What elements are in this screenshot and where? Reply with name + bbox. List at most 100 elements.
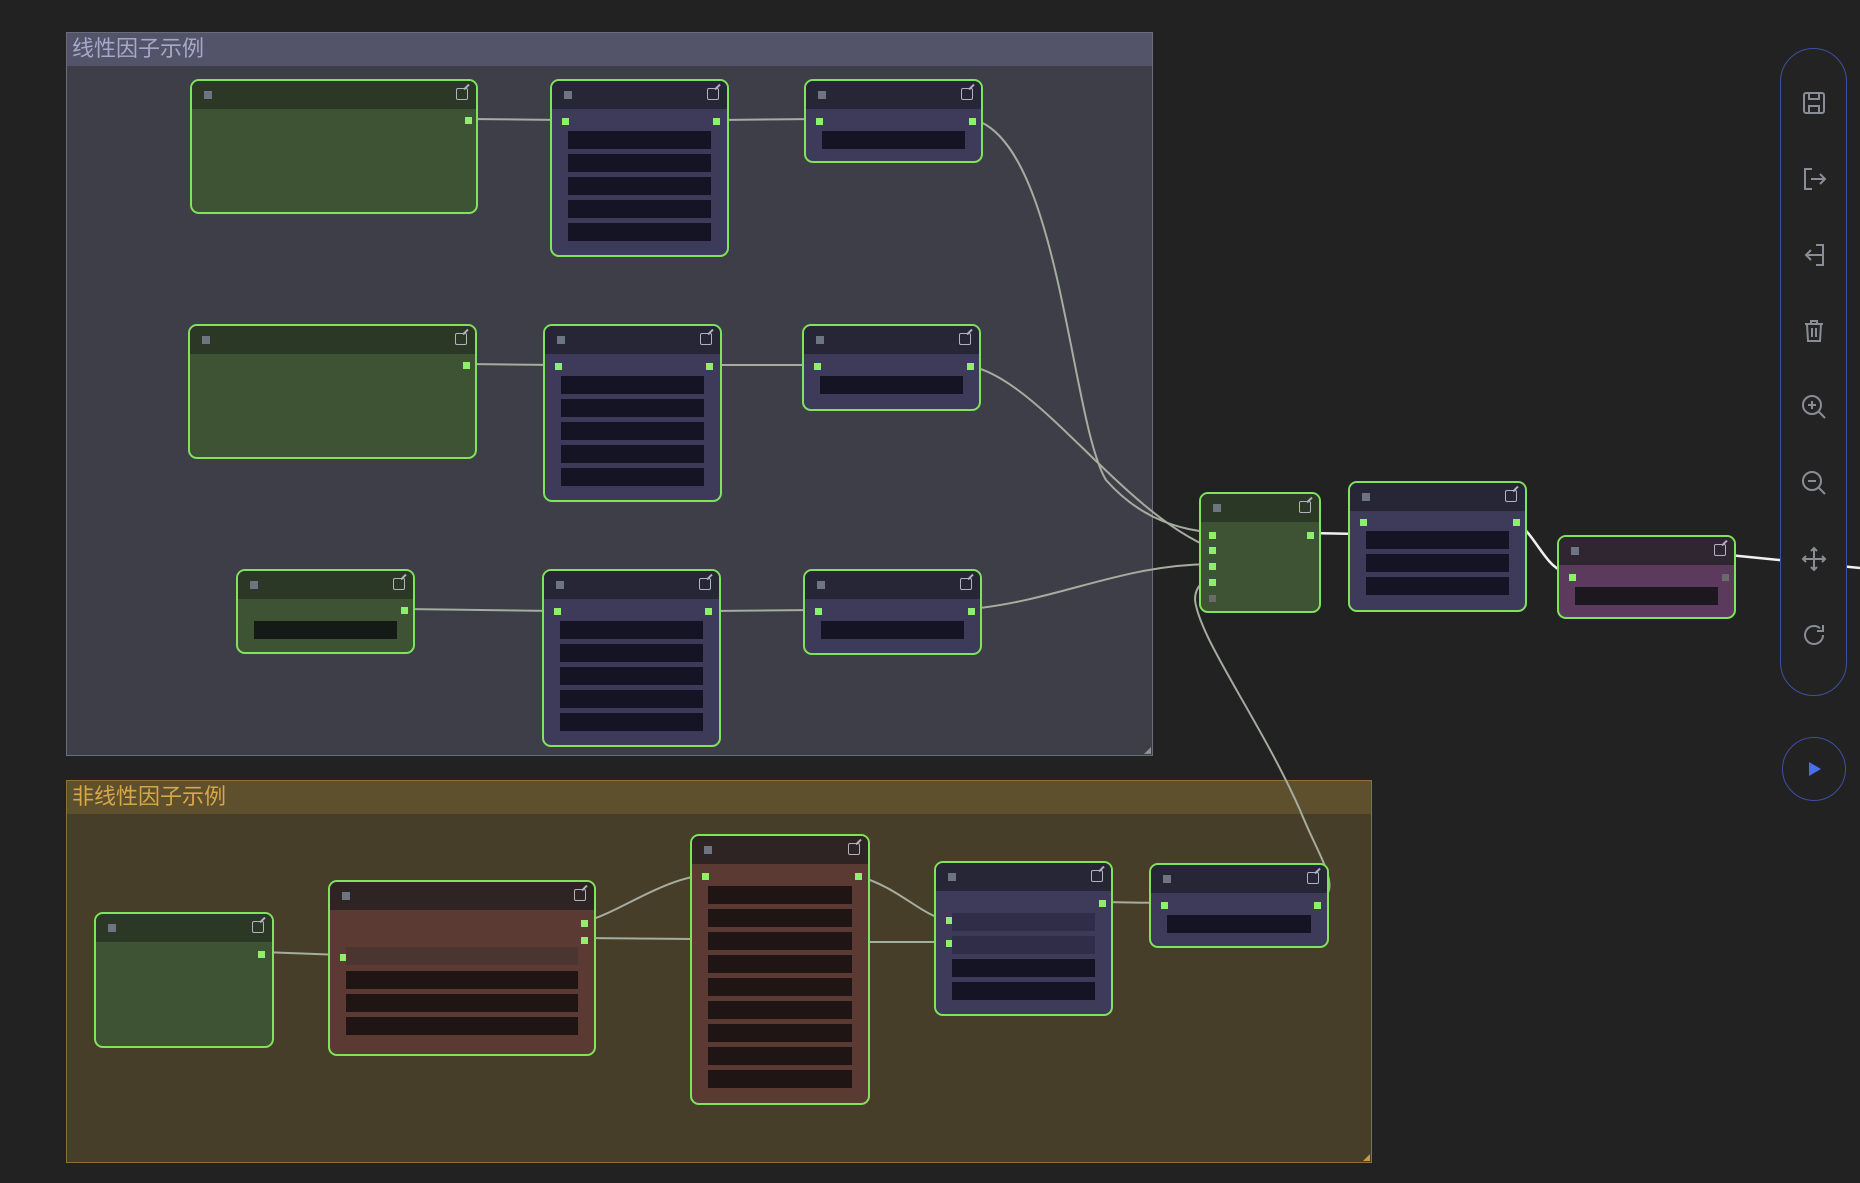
node-header[interactable] (1350, 483, 1525, 511)
widget-field[interactable] (822, 131, 965, 149)
node[interactable] (188, 324, 477, 459)
node[interactable] (550, 79, 729, 257)
widget-field[interactable] (708, 1024, 852, 1042)
node[interactable] (804, 79, 983, 163)
edit-icon[interactable] (456, 88, 468, 100)
widget-field[interactable] (561, 468, 704, 486)
edit-icon[interactable] (961, 88, 973, 100)
node-header[interactable] (190, 326, 475, 354)
widget-field[interactable] (820, 376, 963, 394)
node[interactable] (236, 569, 415, 654)
widget-field[interactable] (1167, 915, 1311, 933)
node-header[interactable] (692, 836, 868, 864)
edit-icon[interactable] (455, 333, 467, 345)
widget-field[interactable] (561, 399, 704, 417)
widget-field[interactable] (561, 376, 704, 394)
fit-view-icon[interactable] (1797, 542, 1831, 576)
collapse-icon[interactable] (557, 336, 565, 344)
run-button[interactable] (1782, 737, 1846, 801)
widget-field[interactable] (708, 955, 852, 973)
zoom-in-icon[interactable] (1797, 390, 1831, 424)
node[interactable] (690, 834, 870, 1105)
widget-field[interactable] (708, 1001, 852, 1019)
node-header[interactable] (552, 81, 727, 109)
collapse-icon[interactable] (1213, 504, 1221, 512)
node-header[interactable] (805, 571, 980, 599)
edit-icon[interactable] (1505, 490, 1517, 502)
output-slot[interactable] (855, 873, 862, 880)
widget-field[interactable] (568, 154, 711, 172)
output-slot[interactable] (967, 363, 974, 370)
widget-field[interactable] (952, 959, 1095, 977)
widget-field[interactable] (708, 886, 852, 904)
node-header[interactable] (544, 571, 719, 599)
output-slot[interactable] (1307, 532, 1314, 539)
input-slot[interactable] (702, 873, 709, 880)
node-header[interactable] (330, 882, 594, 910)
widget-field[interactable] (708, 1070, 852, 1088)
collapse-icon[interactable] (564, 91, 572, 99)
widget-field[interactable] (708, 978, 852, 996)
collapse-icon[interactable] (204, 91, 212, 99)
collapse-icon[interactable] (818, 91, 826, 99)
import-icon[interactable] (1797, 238, 1831, 272)
node-header[interactable] (1201, 494, 1319, 522)
widget-field[interactable] (346, 947, 578, 965)
node[interactable] (802, 324, 981, 411)
edit-icon[interactable] (1714, 544, 1726, 556)
widget-field[interactable] (1366, 577, 1509, 595)
node[interactable] (328, 880, 596, 1056)
node[interactable] (190, 79, 478, 214)
output-slot[interactable] (969, 118, 976, 125)
input-slot[interactable] (1209, 547, 1216, 554)
widget-field[interactable] (952, 913, 1095, 931)
collapse-icon[interactable] (1362, 493, 1370, 501)
input-slot[interactable] (1161, 902, 1168, 909)
widget-field[interactable] (254, 621, 397, 639)
edit-icon[interactable] (848, 843, 860, 855)
output-slot[interactable] (705, 608, 712, 615)
widget-field[interactable] (568, 177, 711, 195)
input-slot[interactable] (815, 608, 822, 615)
input-slot[interactable] (562, 118, 569, 125)
input-slot[interactable] (1209, 595, 1216, 602)
edit-icon[interactable] (959, 333, 971, 345)
widget-field[interactable] (1366, 554, 1509, 572)
node[interactable] (1348, 481, 1527, 612)
save-icon[interactable] (1797, 86, 1831, 120)
collapse-icon[interactable] (817, 581, 825, 589)
input-slot[interactable] (1209, 532, 1216, 539)
widget-field[interactable] (568, 131, 711, 149)
node[interactable] (1557, 535, 1736, 619)
node-header[interactable] (1151, 865, 1327, 893)
node-header[interactable] (806, 81, 981, 109)
edit-icon[interactable] (700, 333, 712, 345)
collapse-icon[interactable] (342, 892, 350, 900)
collapse-icon[interactable] (556, 581, 564, 589)
edit-icon[interactable] (960, 578, 972, 590)
node[interactable] (542, 569, 721, 747)
output-slot[interactable] (1099, 900, 1106, 907)
node-header[interactable] (96, 914, 272, 942)
widget-field[interactable] (560, 621, 703, 639)
widget-field[interactable] (708, 932, 852, 950)
output-slot[interactable] (706, 363, 713, 370)
edit-icon[interactable] (707, 88, 719, 100)
widget-field[interactable] (708, 1047, 852, 1065)
output-slot[interactable] (258, 951, 265, 958)
widget-field[interactable] (346, 971, 578, 989)
edit-icon[interactable] (1299, 501, 1311, 513)
collapse-icon[interactable] (816, 336, 824, 344)
widget-field[interactable] (821, 621, 964, 639)
collapse-icon[interactable] (1571, 547, 1579, 555)
collapse-icon[interactable] (704, 846, 712, 854)
node[interactable] (94, 912, 274, 1048)
node[interactable] (543, 324, 722, 502)
edit-icon[interactable] (1091, 870, 1103, 882)
input-slot[interactable] (1360, 519, 1367, 526)
input-slot[interactable] (1209, 563, 1216, 570)
collapse-icon[interactable] (250, 581, 258, 589)
output-slot[interactable] (713, 118, 720, 125)
output-slot[interactable] (581, 920, 588, 927)
output-slot[interactable] (463, 362, 470, 369)
